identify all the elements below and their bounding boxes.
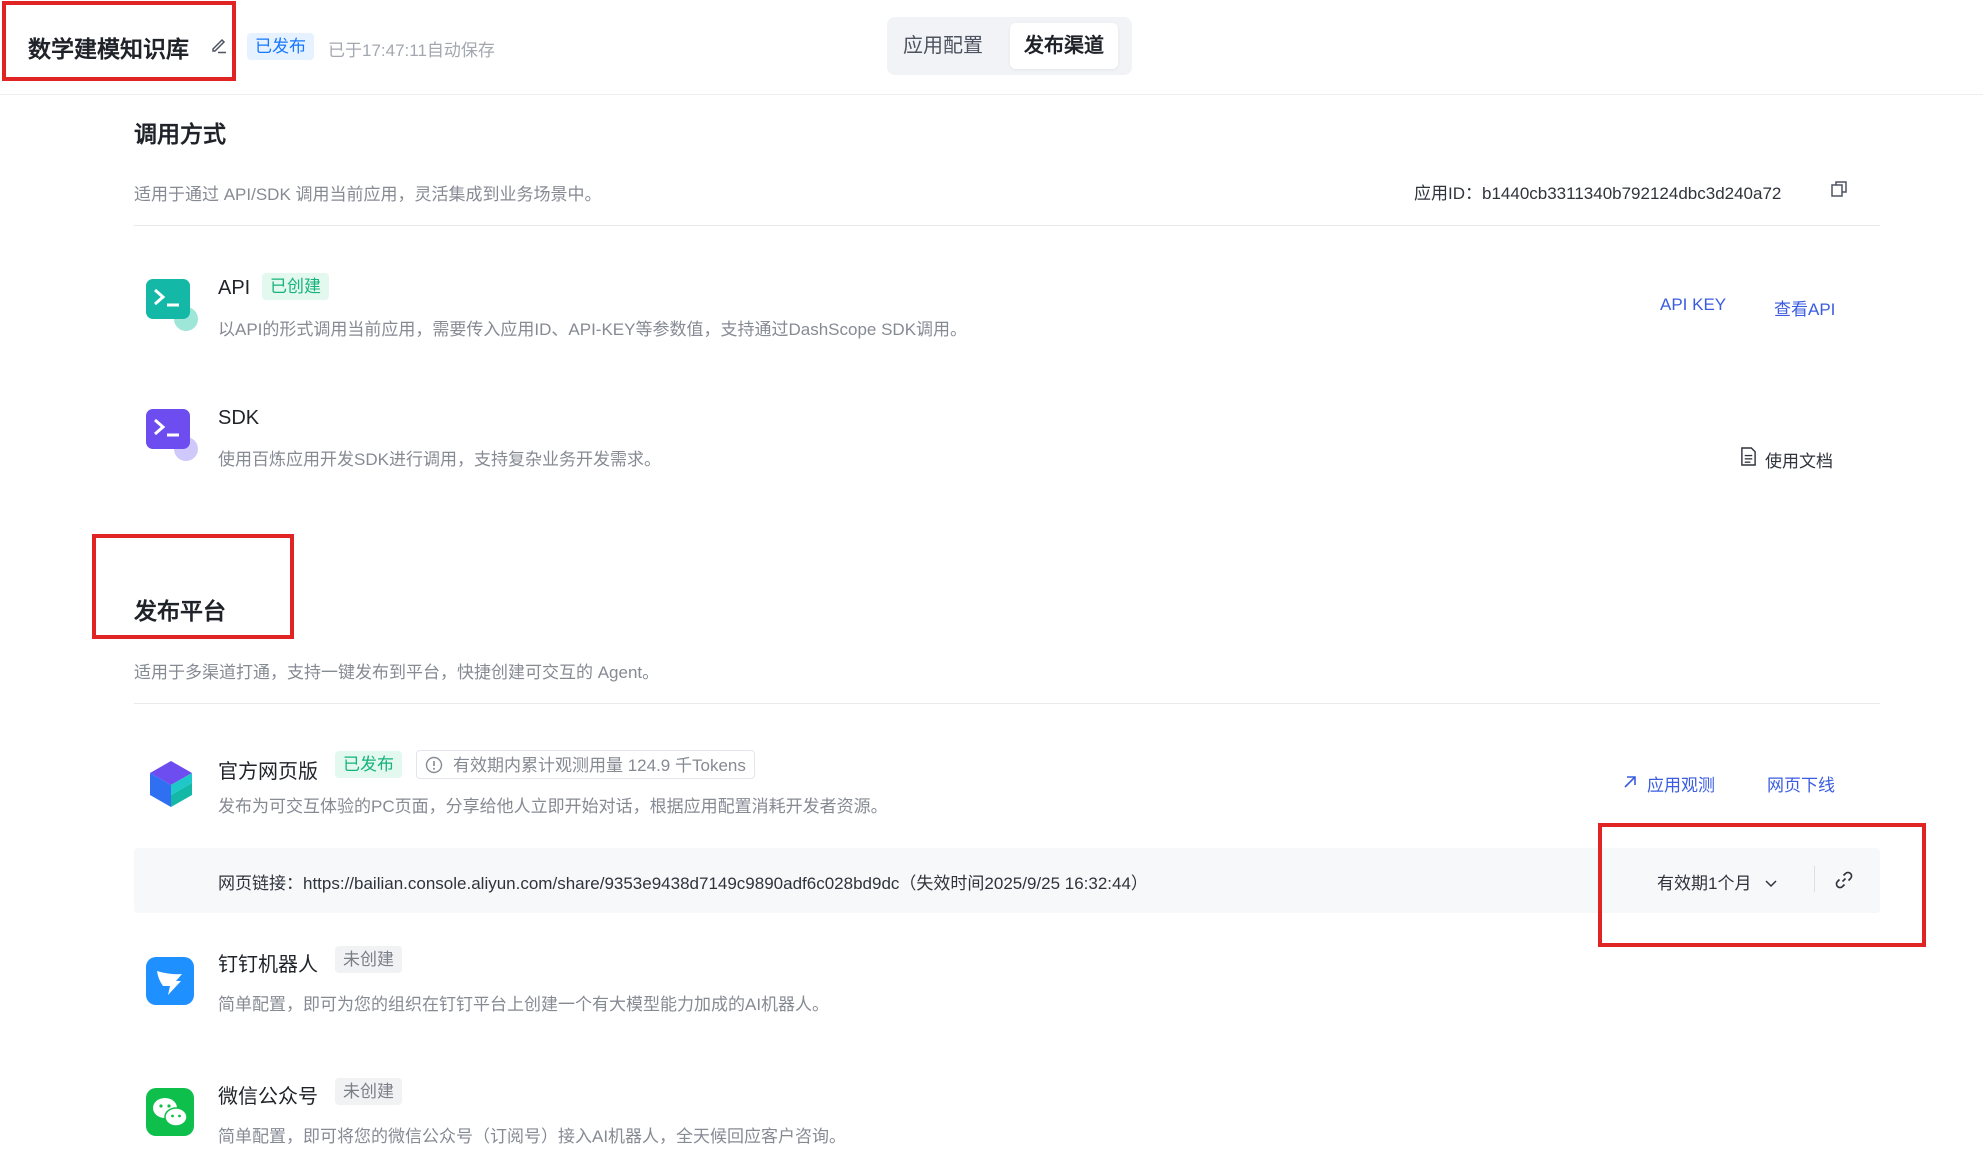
publish-divider (134, 703, 1880, 704)
info-icon (425, 756, 443, 774)
top-header: 数学建模知识库 已发布 已于17:47:11自动保存 应用配置 发布渠道 (0, 0, 1983, 95)
wechat-logo-icon (146, 1088, 194, 1136)
web-link-label: 网页链接： (218, 874, 303, 893)
api-title: API (218, 277, 251, 299)
api-created-tag: 已创建 (262, 273, 329, 300)
web-link-url[interactable]: https://bailian.console.aliyun.com/share… (303, 874, 899, 893)
official-web-published-tag: 已发布 (335, 751, 402, 778)
annotation-box-validity (1598, 823, 1926, 947)
view-api-link[interactable]: 查看API (1774, 295, 1835, 320)
sdk-terminal-icon (146, 409, 198, 461)
arrow-up-right-icon[interactable] (1622, 774, 1638, 790)
wechat-row: 微信公众号 未创建 简单配置，即可将您的微信公众号（订阅号）接入AI机器人，全天… (134, 1072, 1880, 1162)
wechat-title: 微信公众号 (218, 1086, 318, 1108)
sdk-row: SDK 使用百炼应用开发SDK进行调用，支持复杂业务开发需求。 使用文档 (134, 395, 1880, 480)
copy-icon[interactable] (1830, 180, 1848, 198)
app-id: 应用ID：b1440cb3311340b792124dbc3d240a72 (1414, 179, 1781, 204)
api-terminal-icon (146, 279, 198, 331)
invoke-section-description: 适用于通过 API/SDK 调用当前应用，灵活集成到业务场景中。 (134, 185, 602, 204)
tokens-usage-info: 有效期内累计观测用量 124.9 千Tokens (416, 750, 755, 779)
tab-app-config[interactable]: 应用配置 (889, 23, 997, 69)
autosave-status: 已于17:47:11自动保存 (328, 41, 495, 60)
bailian-logo-icon (150, 761, 192, 807)
api-row: API 已创建 以API的形式调用当前应用，需要传入应用ID、API-KEY等参… (134, 265, 1880, 350)
api-description: 以API的形式调用当前应用，需要传入应用ID、API-KEY等参数值，支持通过D… (218, 320, 968, 339)
status-badge: 已发布 (247, 33, 314, 60)
dingtalk-row: 钉钉机器人 未创建 简单配置，即可为您的组织在钉钉平台上创建一个有大模型能力加成… (134, 940, 1880, 1030)
official-web-title: 官方网页版 (218, 761, 318, 783)
publish-section-description: 适用于多渠道打通，支持一键发布到平台，快捷创建可交互的 Agent。 (134, 663, 660, 682)
tokens-usage-text: 有效期内累计观测用量 124.9 千Tokens (453, 756, 746, 775)
invoke-divider (134, 225, 1880, 226)
api-key-link[interactable]: API KEY (1660, 295, 1726, 315)
tab-group: 应用配置 发布渠道 (887, 17, 1132, 75)
dingtalk-status-tag: 未创建 (335, 946, 402, 973)
dingtalk-title: 钉钉机器人 (218, 954, 318, 976)
publish-section-title: 发布平台 (134, 598, 226, 624)
dingtalk-description: 简单配置，即可为您的组织在钉钉平台上创建一个有大模型能力加成的AI机器人。 (218, 995, 830, 1014)
web-link-expire: （失效时间2025/9/25 16:32:44） (899, 874, 1148, 893)
annotation-box-title (2, 1, 236, 81)
tab-publish-channel[interactable]: 发布渠道 (1010, 23, 1118, 69)
sdk-description: 使用百炼应用开发SDK进行调用，支持复杂业务开发需求。 (218, 450, 661, 469)
invoke-section-title: 调用方式 (134, 121, 226, 147)
app-observe-link[interactable]: 应用观测 (1647, 771, 1715, 796)
app-id-label: 应用ID： (1414, 184, 1482, 203)
wechat-description: 简单配置，即可将您的微信公众号（订阅号）接入AI机器人，全天候回应客户咨询。 (218, 1127, 847, 1146)
sdk-title: SDK (218, 407, 260, 429)
official-web-description: 发布为可交互体验的PC页面，分享给他人立即开始对话，根据应用配置消耗开发者资源。 (218, 797, 888, 816)
app-id-value: b1440cb3311340b792124dbc3d240a72 (1482, 184, 1782, 203)
dingtalk-logo-icon (146, 957, 194, 1005)
document-icon[interactable] (1740, 447, 1757, 466)
docs-link[interactable]: 使用文档 (1765, 447, 1833, 472)
wechat-status-tag: 未创建 (335, 1078, 402, 1105)
web-offline-link[interactable]: 网页下线 (1767, 771, 1835, 796)
web-link-text: 网页链接：https://bailian.console.aliyun.com/… (218, 869, 1148, 894)
